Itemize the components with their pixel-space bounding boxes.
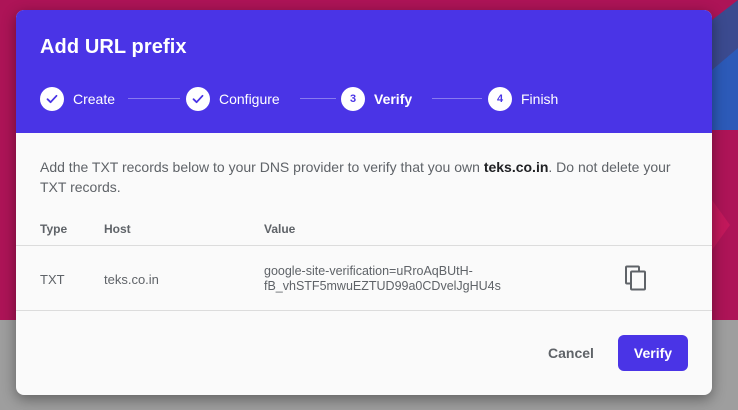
step-label: Finish [521, 91, 559, 107]
step-number: 3 [341, 87, 365, 111]
record-host: teks.co.in [104, 272, 159, 287]
step-create: Create [40, 87, 115, 111]
record-type: TXT [40, 272, 65, 287]
column-header-value: Value [264, 222, 296, 236]
check-icon [40, 87, 64, 111]
step-connector [128, 98, 180, 99]
table-divider [16, 245, 712, 246]
step-finish: 4 Finish [488, 87, 558, 111]
step-connector [432, 98, 482, 99]
step-label: Configure [219, 91, 280, 107]
dialog-title: Add URL prefix [40, 36, 187, 58]
column-header-host: Host [104, 222, 131, 236]
step-number: 4 [488, 87, 512, 111]
step-configure: Configure [186, 87, 280, 111]
step-label: Create [73, 91, 116, 107]
check-icon [186, 87, 210, 111]
dialog-header: Add URL prefix Create Configure 3 Verify… [16, 10, 712, 133]
table-divider [16, 310, 712, 311]
verify-button[interactable]: Verify [618, 335, 688, 371]
step-verify: 3 Verify [341, 87, 412, 111]
instructions-text: Add the TXT records below to your DNS pr… [40, 159, 671, 195]
record-value[interactable]: google-site-verification=uRroAqBUtH- fB_… [264, 264, 501, 294]
domain-name: teks.co.in [483, 159, 549, 175]
add-url-prefix-dialog: Add URL prefix Create Configure 3 Verify… [16, 10, 712, 395]
column-header-type: Type [40, 222, 68, 236]
step-label: Verify [374, 91, 413, 107]
step-connector [300, 98, 336, 99]
cancel-button[interactable]: Cancel [536, 335, 606, 371]
copy-icon[interactable] [624, 265, 648, 291]
